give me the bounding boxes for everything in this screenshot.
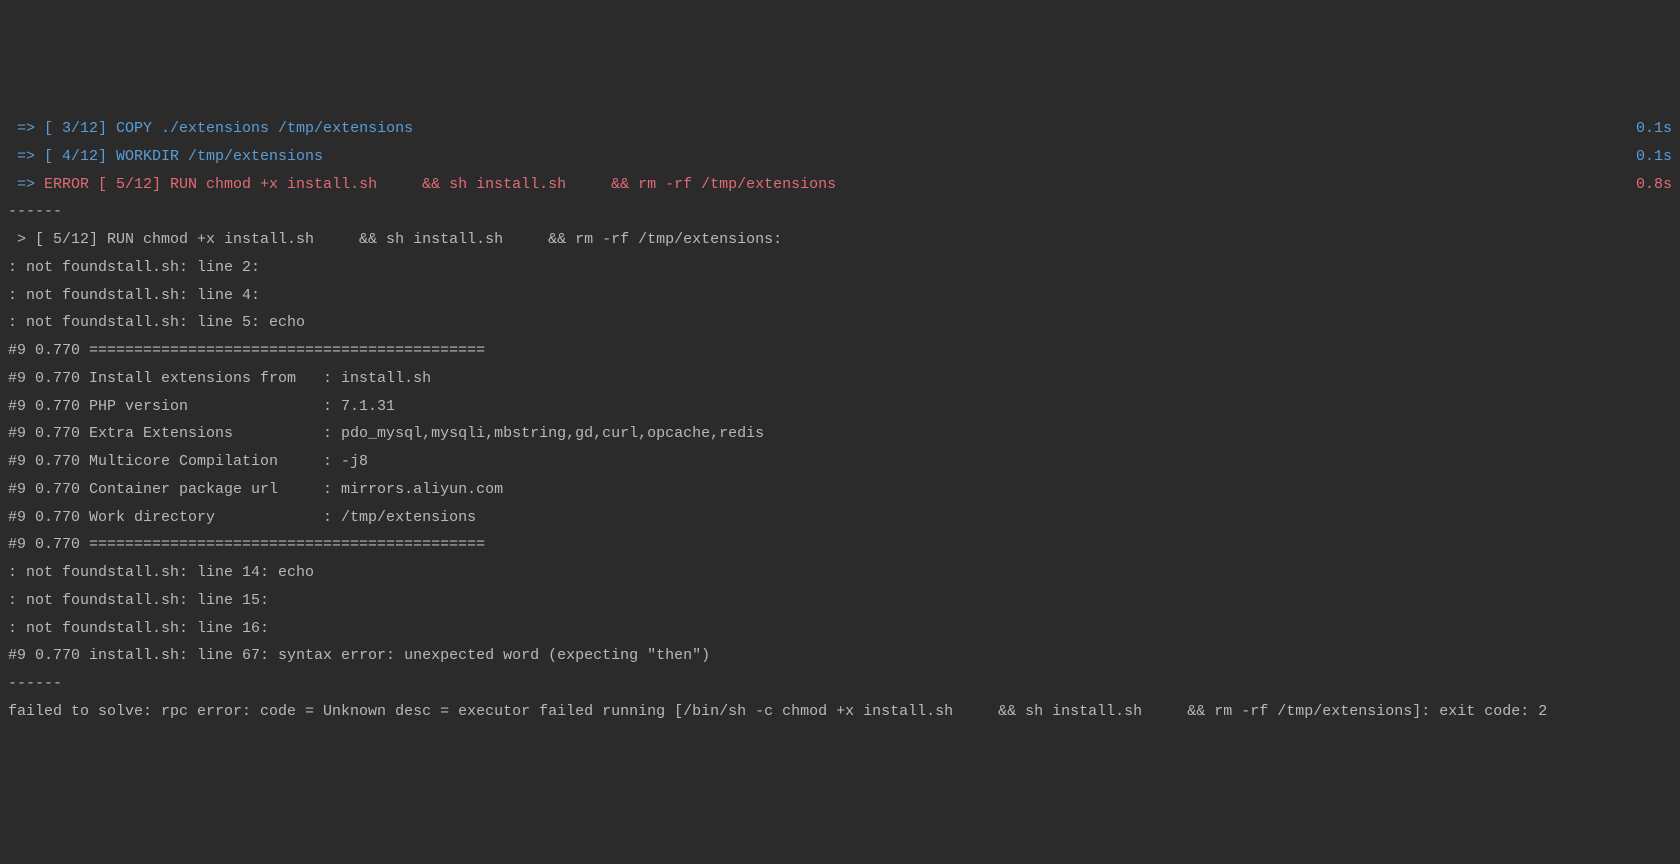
info-package-url: #9 0.770 Container package url : mirrors… — [8, 476, 1672, 504]
build-step-4: => [ 4/12] WORKDIR /tmp/extensions0.1s — [8, 143, 1672, 171]
info-extra-extensions: #9 0.770 Extra Extensions : pdo_mysql,my… — [8, 420, 1672, 448]
error-line: : not foundstall.sh: line 4: — [8, 282, 1672, 310]
info-install-from: #9 0.770 Install extensions from : insta… — [8, 365, 1672, 393]
divider-line: ------ — [8, 198, 1672, 226]
build-step-5-error: => ERROR [ 5/12] RUN chmod +x install.sh… — [8, 171, 1672, 199]
syntax-error-line: #9 0.770 install.sh: line 67: syntax err… — [8, 642, 1672, 670]
terminal-output[interactable]: => [ 3/12] COPY ./extensions /tmp/extens… — [8, 115, 1672, 726]
error-line: : not foundstall.sh: line 5: echo — [8, 309, 1672, 337]
border-line: #9 0.770 ===============================… — [8, 337, 1672, 365]
error-line: : not foundstall.sh: line 16: — [8, 615, 1672, 643]
info-work-directory: #9 0.770 Work directory : /tmp/extension… — [8, 504, 1672, 532]
error-line: : not foundstall.sh: line 14: echo — [8, 559, 1672, 587]
error-line: : not foundstall.sh: line 2: — [8, 254, 1672, 282]
info-multicore: #9 0.770 Multicore Compilation : -j8 — [8, 448, 1672, 476]
divider-line: ------ — [8, 670, 1672, 698]
error-line: : not foundstall.sh: line 15: — [8, 587, 1672, 615]
border-line: #9 0.770 ===============================… — [8, 531, 1672, 559]
build-step-3: => [ 3/12] COPY ./extensions /tmp/extens… — [8, 115, 1672, 143]
info-php-version: #9 0.770 PHP version : 7.1.31 — [8, 393, 1672, 421]
run-command-header: > [ 5/12] RUN chmod +x install.sh && sh … — [8, 226, 1672, 254]
